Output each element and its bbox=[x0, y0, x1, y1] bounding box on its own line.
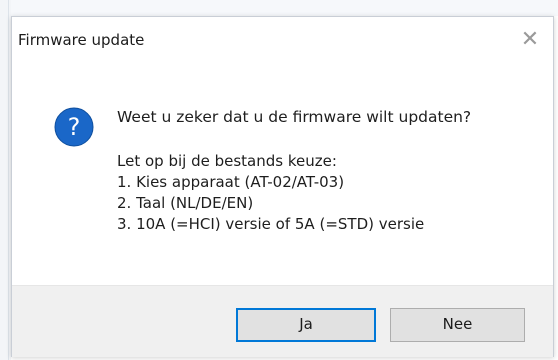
svg-text:?: ? bbox=[68, 113, 81, 141]
detail-line: 3. 10A (=HCI) versie of 5A (=STD) versie bbox=[117, 215, 425, 233]
background-window-border bbox=[8, 0, 9, 360]
detail-line: 2. Taal (NL/DE/EN) bbox=[117, 194, 254, 212]
detail-text: Let op bij de bestands keuze: 1. Kies ap… bbox=[117, 151, 424, 235]
detail-line: 1. Kies apparaat (AT-02/AT-03) bbox=[117, 173, 345, 191]
dialog-button-bar: Ja Nee bbox=[12, 285, 553, 357]
detail-line: Let op bij de bestands keuze: bbox=[117, 152, 337, 170]
background-window-top bbox=[0, 0, 558, 16]
no-button[interactable]: Nee bbox=[390, 308, 525, 342]
yes-button[interactable]: Ja bbox=[236, 308, 376, 342]
main-instruction: Weet u zeker dat u de firmware wilt upda… bbox=[117, 108, 472, 126]
dialog-titlebar[interactable]: Firmware update ✕ bbox=[12, 17, 553, 67]
close-icon[interactable]: ✕ bbox=[513, 23, 547, 57]
question-icon: ? bbox=[54, 107, 94, 147]
dialog-title: Firmware update bbox=[18, 31, 145, 49]
background-window-left bbox=[0, 0, 11, 360]
dialog-content: ? Weet u zeker dat u de firmware wilt up… bbox=[12, 67, 553, 285]
firmware-update-dialog: Firmware update ✕ ? Weet u zeker dat u d… bbox=[11, 16, 554, 357]
